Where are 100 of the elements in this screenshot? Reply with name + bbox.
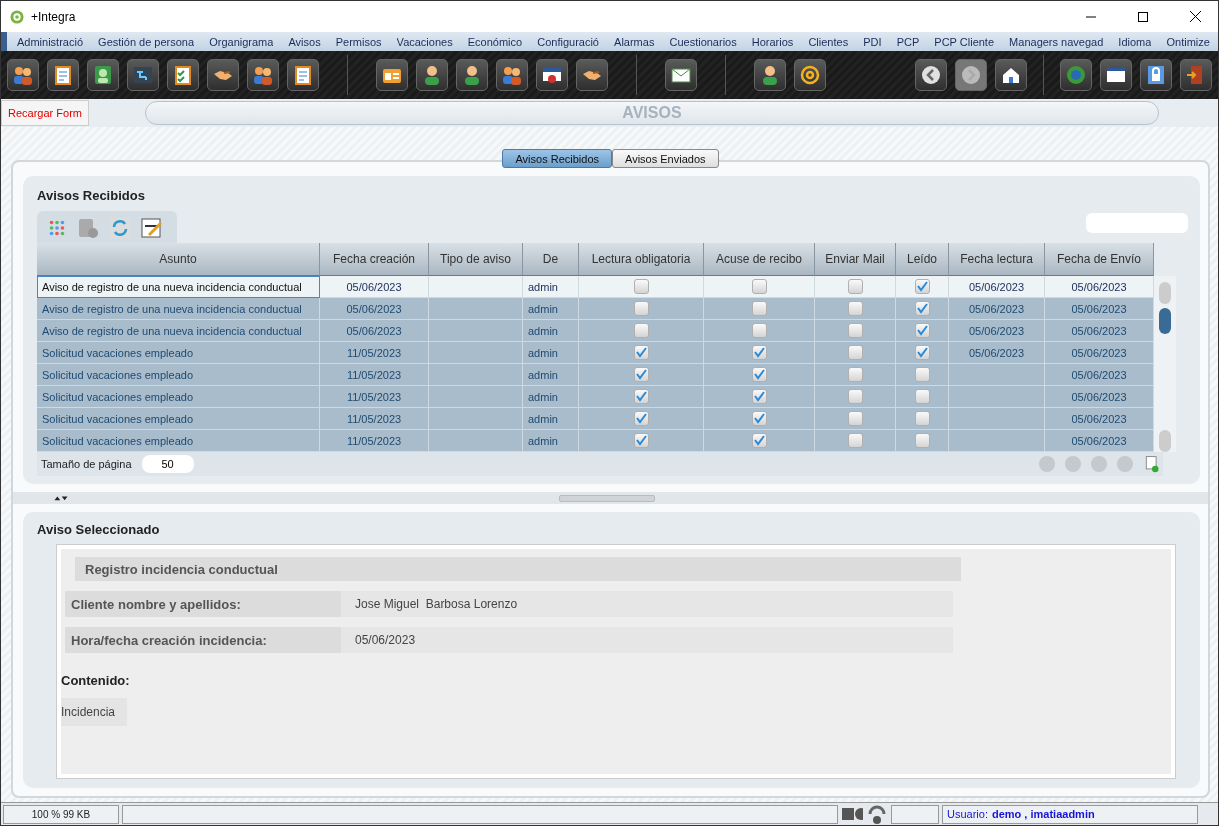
checkbox[interactable] <box>751 323 767 338</box>
toolbar-button[interactable] <box>1100 59 1132 91</box>
toolbar-button[interactable] <box>287 59 319 91</box>
column-header[interactable]: De <box>523 243 579 276</box>
menu-item[interactable]: Horarios <box>751 35 794 48</box>
edit-columns-icon <box>141 217 163 239</box>
menu-item[interactable]: Managers navegad <box>1009 35 1104 48</box>
menu-item[interactable]: Configuració <box>537 35 599 48</box>
window-title: +Integra <box>31 9 77 24</box>
column-header[interactable]: Leído <box>896 243 949 276</box>
checkbox[interactable] <box>633 301 649 316</box>
toolbar-button[interactable] <box>47 59 79 91</box>
toolbar-button[interactable] <box>456 59 488 91</box>
toolbar-button[interactable] <box>915 59 947 91</box>
scroll-thumb[interactable] <box>1159 308 1171 334</box>
toolbar-button[interactable] <box>536 59 568 91</box>
checkbox[interactable] <box>751 389 767 404</box>
chart-icon <box>132 64 154 86</box>
toolbar-button[interactable] <box>576 59 608 91</box>
checkbox[interactable] <box>914 323 930 338</box>
menu-item[interactable]: Administració <box>17 35 84 48</box>
menu-item[interactable]: Ontimize <box>1166 35 1210 48</box>
toolbar-button[interactable] <box>754 59 786 91</box>
checkbox[interactable] <box>633 323 649 338</box>
checkbox[interactable] <box>847 323 863 338</box>
checkbox[interactable] <box>914 301 930 316</box>
menu-item[interactable]: Idioma <box>1118 35 1152 48</box>
checkbox[interactable] <box>914 433 930 448</box>
checkbox[interactable] <box>633 279 649 294</box>
toolbar-button[interactable] <box>7 59 39 91</box>
checkbox[interactable] <box>847 301 863 316</box>
checkbox[interactable] <box>847 411 863 426</box>
checkbox[interactable] <box>633 433 649 448</box>
menu-item[interactable]: Gestión de persona <box>98 35 195 48</box>
notice-heading: Registro incidencia conductual <box>75 557 961 581</box>
checkbox[interactable] <box>847 433 863 448</box>
page-size-field[interactable]: 50 <box>141 455 194 473</box>
menu-item[interactable]: Organigrama <box>209 35 274 48</box>
menu-item[interactable]: PCP <box>896 35 920 48</box>
toolbar-button[interactable] <box>665 59 697 91</box>
page-title: AVISOS <box>144 101 1159 125</box>
checkbox[interactable] <box>633 389 649 404</box>
toolbar-button[interactable] <box>207 59 239 91</box>
checkbox[interactable] <box>751 433 767 448</box>
checkbox[interactable] <box>751 279 767 294</box>
column-header[interactable]: Asunto <box>37 243 320 276</box>
column-header[interactable]: Tipo de aviso <box>429 243 523 276</box>
checkbox[interactable] <box>633 345 649 360</box>
checkbox[interactable] <box>914 279 930 294</box>
menu-item[interactable]: Vacaciones <box>396 35 453 48</box>
column-header[interactable]: Enviar Mail <box>815 243 896 276</box>
checkbox[interactable] <box>914 389 930 404</box>
checkbox[interactable] <box>847 389 863 404</box>
menu-item[interactable]: Económico <box>467 35 523 48</box>
table-cell: Aviso de registro de una nueva incidencia conductual <box>37 320 320 342</box>
content-label: Contenido: <box>61 673 131 688</box>
content-text: Incidencia <box>61 698 127 726</box>
toolbar-button[interactable] <box>376 59 408 91</box>
checkbox[interactable] <box>914 367 930 382</box>
menu-item[interactable]: PDI <box>863 35 882 48</box>
column-header[interactable]: Acuse de recibo <box>704 243 815 276</box>
checkbox[interactable] <box>914 345 930 360</box>
checkbox[interactable] <box>751 301 767 316</box>
toolbar-button[interactable] <box>496 59 528 91</box>
tab[interactable]: Avisos Enviados <box>612 149 719 168</box>
toolbar-button[interactable] <box>127 59 159 91</box>
search-field[interactable] <box>1086 213 1188 233</box>
reload-form-button[interactable]: Recargar Form <box>1 100 89 126</box>
toolbar-button[interactable] <box>87 59 119 91</box>
column-header[interactable]: Fecha creación <box>320 243 429 276</box>
toolbar-button[interactable] <box>1180 59 1212 91</box>
checkbox[interactable] <box>751 411 767 426</box>
checkbox[interactable] <box>751 367 767 382</box>
toolbar-button[interactable] <box>1140 59 1172 91</box>
menu-item[interactable]: Permisos <box>335 35 382 48</box>
checkbox[interactable] <box>633 367 649 382</box>
toolbar-button[interactable] <box>995 59 1027 91</box>
toolbar-button[interactable] <box>167 59 199 91</box>
menu-item[interactable]: PCP Cliente <box>934 35 995 48</box>
field-label: Cliente nombre y apellidos: <box>65 591 341 617</box>
checkbox[interactable] <box>847 367 863 382</box>
column-header[interactable]: Fecha lectura <box>949 243 1045 276</box>
splitter-handle[interactable] <box>559 494 655 502</box>
toolbar-button[interactable] <box>794 59 826 91</box>
menu-item[interactable]: Avisos <box>288 35 321 48</box>
checkbox[interactable] <box>914 411 930 426</box>
column-header[interactable]: Lectura obligatoria <box>579 243 704 276</box>
checkbox[interactable] <box>847 345 863 360</box>
checkbox[interactable] <box>751 345 767 360</box>
menu-item[interactable]: Alarmas <box>614 35 655 48</box>
tab[interactable]: Avisos Recibidos <box>502 149 612 168</box>
checkbox[interactable] <box>633 411 649 426</box>
toolbar-button[interactable] <box>416 59 448 91</box>
menu-item[interactable]: Cuestionarios <box>669 35 737 48</box>
toolbar-button[interactable] <box>247 59 279 91</box>
column-header[interactable]: Fecha de Envío <box>1045 243 1154 276</box>
section-title: Aviso Seleccionado <box>37 522 161 537</box>
checkbox[interactable] <box>847 279 863 294</box>
scrollbar[interactable] <box>1154 276 1176 452</box>
menu-item[interactable]: Clientes <box>808 35 849 48</box>
